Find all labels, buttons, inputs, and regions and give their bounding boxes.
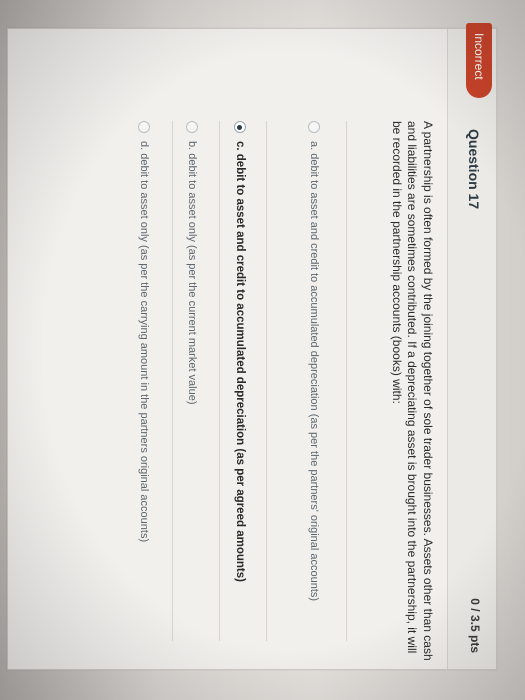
rotated-quiz-view: Incorrect Question 17 0 / 3.5 pts A part… <box>0 0 525 700</box>
radio-button-d[interactable] <box>138 121 150 133</box>
answer-divider <box>266 121 267 641</box>
answer-label-c: c. debit to asset and credit to accumula… <box>234 141 246 582</box>
answer-label-d: d. debit to asset only (as per the carry… <box>138 141 150 543</box>
points-score: 0 / 3.5 pts <box>468 598 482 653</box>
answer-label-a: a. debit to asset and credit to accumula… <box>308 141 320 602</box>
question-text: A partnership is often formed by the joi… <box>390 121 435 661</box>
answer-divider <box>172 121 173 641</box>
answer-label-b: b. debit to asset only (as per the curre… <box>186 141 198 405</box>
radio-button-a[interactable] <box>308 121 320 133</box>
photo-background: Incorrect Question 17 0 / 3.5 pts A part… <box>0 0 525 700</box>
incorrect-badge: Incorrect <box>466 23 492 98</box>
radio-button-c-selected[interactable] <box>234 121 246 133</box>
question-title: Question 17 <box>466 129 482 210</box>
radio-button-b[interactable] <box>186 121 198 133</box>
answer-divider <box>346 121 347 641</box>
answer-divider <box>219 121 220 641</box>
question-card: Incorrect Question 17 0 / 3.5 pts A part… <box>7 23 497 670</box>
question-body: A partnership is often formed by the joi… <box>9 29 447 669</box>
question-header: Incorrect Question 17 0 / 3.5 pts <box>447 23 496 669</box>
